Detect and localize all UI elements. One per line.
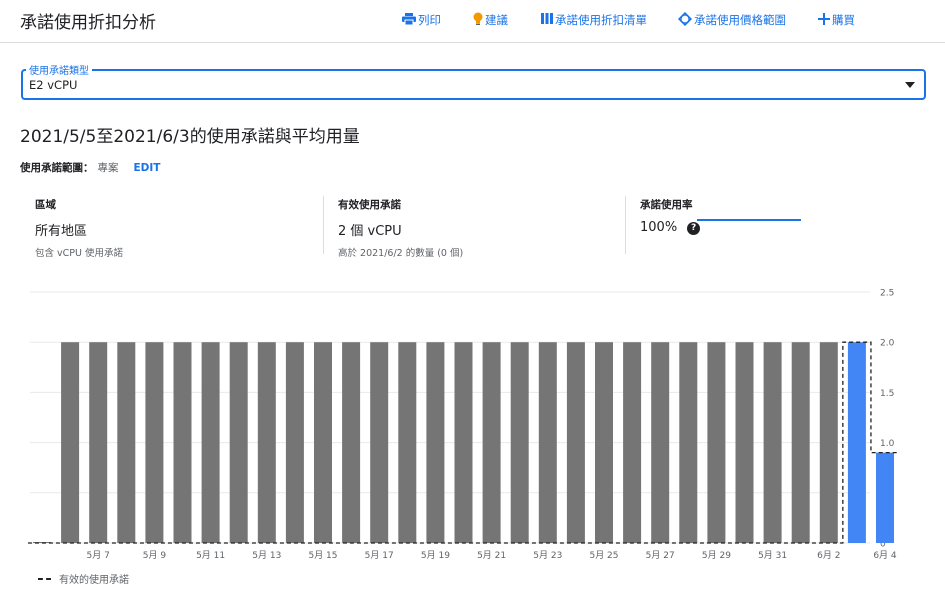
page-title: 承諾使用折扣分析 [20,13,156,33]
x-tick-label: 5月 9 [143,550,167,561]
page-header: 承諾使用折扣分析 列印 建議 承諾使用折扣清單 承諾使用價格範圍 購買 [0,0,945,43]
chart-legend: 有效的使用承諾 [38,571,129,586]
price-scope-label: 承諾使用價格範圍 [694,13,786,27]
utilization-value: 100% [640,220,678,235]
usage-chart: 00.51.01.52.02.55月 75月 95月 115月 135月 155… [27,289,900,561]
x-tick-label: 5月 23 [533,550,562,561]
bar [623,342,642,543]
dropdown-arrow-icon[interactable] [905,82,915,88]
utilization-value-row: 100%? [640,220,701,235]
lightbulb-icon [473,12,483,29]
print-label: 列印 [418,13,441,27]
bar [201,342,220,543]
commitment-value: 2 個 vCPU [338,224,402,239]
print-icon [402,12,416,28]
discount-list-button[interactable]: 承諾使用折扣清單 [541,11,647,29]
bar [763,342,782,543]
y-tick-label: 1.0 [880,439,895,449]
x-tick-label: 5月 15 [308,550,337,561]
y-tick-label: 2.5 [880,289,894,299]
region-label: 區域 [35,199,56,211]
edit-scope-button[interactable]: EDIT [134,162,161,174]
bar [314,342,332,543]
bar [229,342,248,543]
bar [145,342,164,543]
bar [847,342,866,543]
commitment-type-value: E2 vCPU [29,78,78,92]
bar [679,342,698,543]
discount-list-label: 承諾使用折扣清單 [555,13,647,27]
bar [454,342,473,543]
columns-icon [541,13,553,27]
x-tick-label: 5月 21 [477,550,506,561]
commitment-scope: 使用承諾範圍： 專案 EDIT [20,160,160,175]
bar [426,342,445,543]
region-stat: 區域 所有地區 包含 vCPU 使用承諾 [35,197,123,259]
region-sub: 包含 vCPU 使用承諾 [35,248,123,259]
y-tick-label: 1.5 [880,389,894,399]
bar [595,342,613,543]
section-title: 2021/5/5至2021/6/3的使用承諾與平均用量 [20,127,360,147]
suggestions-label: 建議 [485,13,508,27]
plus-icon [818,12,830,28]
region-value: 所有地區 [35,224,88,239]
print-button[interactable]: 列印 [402,11,441,29]
bar [735,342,754,543]
x-tick-label: 5月 19 [421,550,450,561]
dashed-line-icon [38,577,51,580]
commitment-type-label: 使用承諾類型 [26,62,92,77]
y-tick-label: 2.0 [880,339,895,349]
legend-label: 有效的使用承諾 [59,575,129,586]
bar [791,342,810,543]
bar [538,342,557,543]
x-tick-label: 5月 31 [758,550,787,561]
purchase-button[interactable]: 購買 [818,11,855,29]
x-tick-label: 5月 25 [589,550,618,561]
stat-divider [323,196,324,254]
help-icon[interactable]: ? [687,221,701,235]
price-scope-button[interactable]: 承諾使用價格範圍 [677,11,786,29]
bar [510,342,529,543]
stat-divider [625,196,626,254]
bar [117,342,136,543]
bar [566,342,585,543]
x-tick-label: 5月 11 [196,550,225,561]
commitment-sub: 高於 2021/6/2 的數量 (0 個) [338,248,464,259]
purchase-label: 購買 [832,13,855,27]
x-tick-label: 5月 17 [365,550,394,561]
bar [173,342,192,543]
bar [61,342,80,543]
bar [651,342,670,543]
utilization-stat: 承諾使用率 100%? [640,197,701,235]
bar [257,342,276,543]
bar [707,342,726,543]
x-tick-label: 5月 27 [646,550,675,561]
x-tick-label: 5月 7 [87,550,110,561]
bar [398,342,417,543]
x-tick-label: 6月 2 [817,550,840,561]
bar [370,342,389,543]
utilization-label: 承諾使用率 [640,199,693,211]
bar [342,342,361,543]
utilization-bar [697,219,801,221]
bar [285,342,304,543]
x-tick-label: 5月 13 [252,550,281,561]
x-tick-label: 5月 29 [702,550,731,561]
commitment-label: 有效使用承諾 [338,199,401,211]
x-tick-label: 6月 4 [873,550,897,561]
commitment-stat: 有效使用承諾 2 個 vCPU 高於 2021/6/2 的數量 (0 個) [338,197,463,259]
commitment-type-select[interactable] [21,69,926,100]
bar [876,452,894,543]
scope-label: 使用承諾範圍： [20,162,94,174]
scope-icon [677,11,693,29]
suggestions-button[interactable]: 建議 [473,11,508,29]
bar [819,342,838,543]
bar [89,342,108,543]
scope-value: 專案 [97,162,119,174]
bar [482,342,501,543]
